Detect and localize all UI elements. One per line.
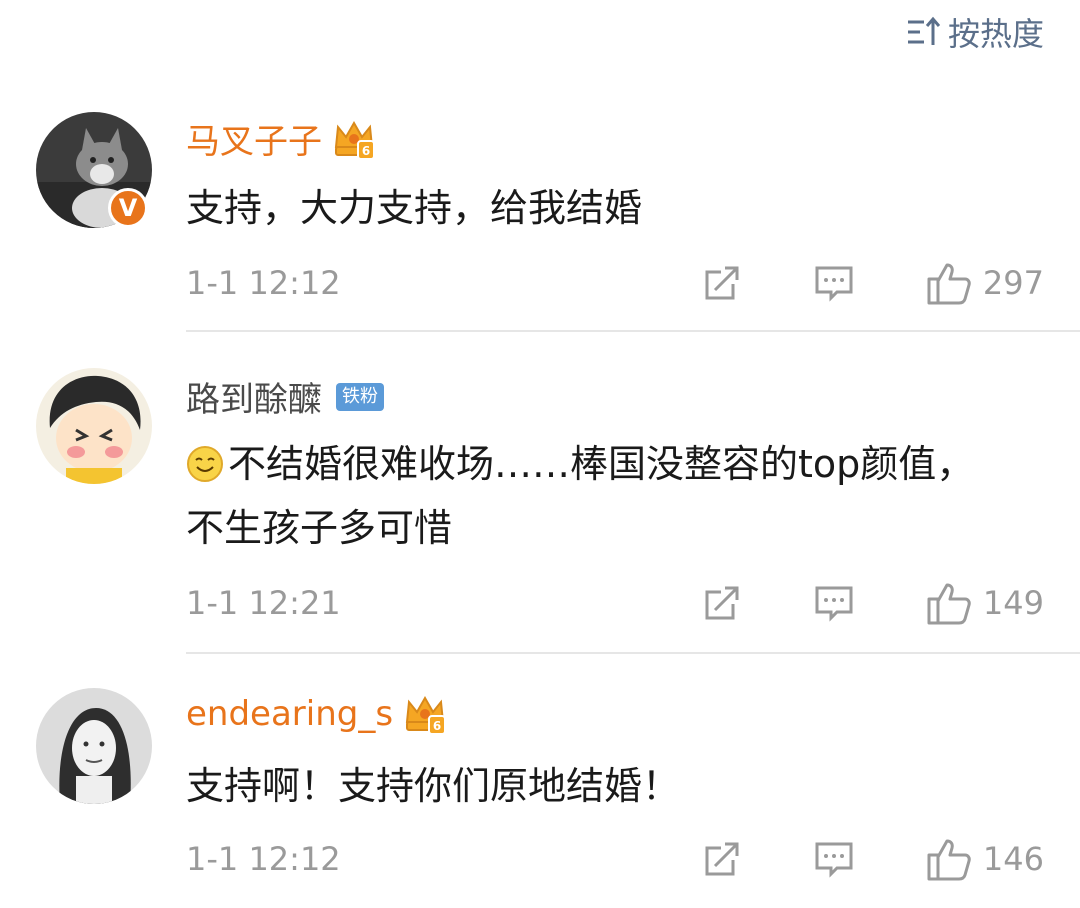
- thumbs-up-icon: [927, 583, 971, 625]
- comment-icon: [815, 842, 853, 878]
- comment-time: 1-1 12:21: [186, 584, 341, 622]
- verified-badge: V: [108, 188, 148, 228]
- comment-icon: [815, 586, 853, 622]
- divider: [186, 652, 1080, 654]
- vip-crown-icon: 6: [334, 120, 375, 160]
- like-count: 297: [982, 264, 1044, 302]
- share-button[interactable]: [701, 582, 743, 624]
- vip-crown-icon: 6: [405, 695, 447, 735]
- sort-by-hot-button[interactable]: 按热度: [906, 10, 1044, 54]
- username[interactable]: 路到酴醾 铁粉: [186, 372, 384, 421]
- comment-text: 支持，大力支持，给我结婚: [186, 186, 643, 230]
- comment-footer: 1-1 12:21 149: [186, 578, 1044, 628]
- like-count: 149: [982, 584, 1044, 622]
- like-button[interactable]: 297: [925, 259, 1044, 307]
- vip-level-label: 6: [362, 144, 370, 158]
- comment-text: 不结婚很难收场……棒国没整容的top颜值，不生孩子多可惜: [186, 442, 975, 550]
- sort-icon: [907, 16, 940, 45]
- fan-badge: 铁粉: [336, 382, 384, 411]
- divider: [186, 330, 1080, 332]
- comment-icon: [815, 266, 853, 302]
- share-button[interactable]: [701, 838, 743, 880]
- thumbs-up-icon: [927, 263, 971, 305]
- share-button[interactable]: [701, 262, 743, 304]
- like-button[interactable]: 149: [925, 579, 1044, 627]
- comment-time: 1-1 12:12: [186, 264, 341, 302]
- comment-footer: 1-1 12:12: [186, 834, 1044, 884]
- reply-button[interactable]: [813, 262, 855, 304]
- smiley-emoji-icon: [187, 446, 223, 482]
- reply-button[interactable]: [813, 582, 855, 624]
- comment-text: 支持啊！支持你们原地结婚！: [186, 764, 681, 808]
- comment-time: 1-1 12:12: [186, 840, 341, 878]
- comment-footer: 1-1 12:12: [186, 258, 1044, 308]
- like-count: 146: [982, 840, 1044, 878]
- reply-button[interactable]: [813, 838, 855, 880]
- avatar[interactable]: [36, 368, 152, 484]
- vip-level-label: 6: [433, 719, 441, 733]
- share-icon: [705, 266, 739, 300]
- username[interactable]: 马叉子子 6: [186, 114, 376, 163]
- thumbs-up-icon: [927, 839, 971, 881]
- like-button[interactable]: 146: [925, 835, 1044, 883]
- avatar[interactable]: [36, 688, 152, 804]
- share-icon: [705, 586, 739, 620]
- share-icon: [705, 842, 739, 876]
- username[interactable]: endearing_s 6: [186, 692, 447, 736]
- sort-label: 按热度: [947, 15, 1044, 53]
